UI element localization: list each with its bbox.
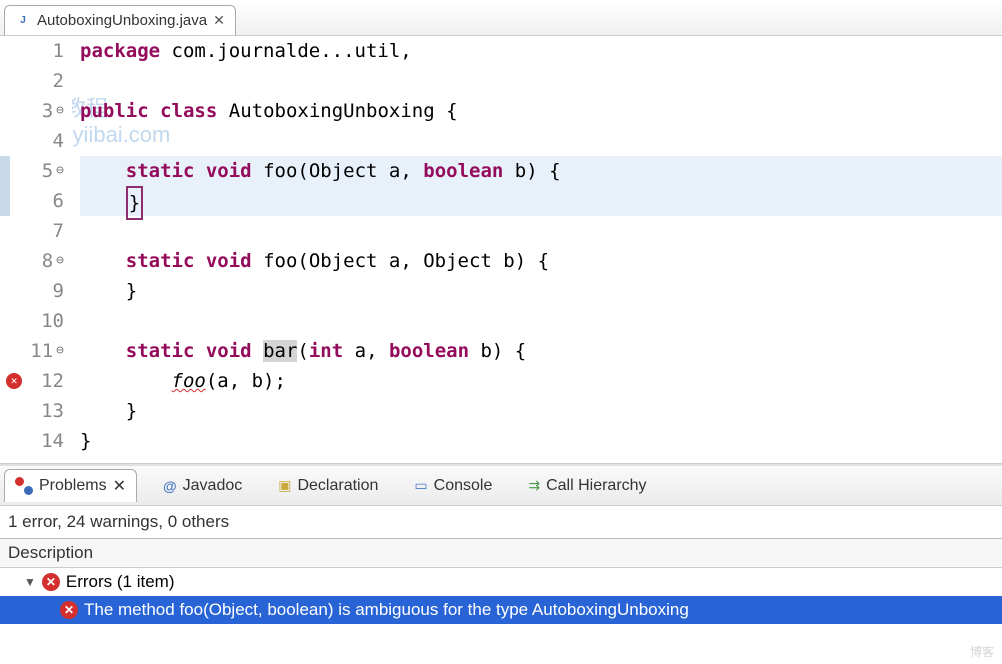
javadoc-icon: @ bbox=[163, 478, 177, 494]
expand-arrow-icon[interactable]: ▼ bbox=[24, 575, 36, 589]
code-editor[interactable]: 易百教程 www.yiibai.com 1 2 3⊖ 4 5⊖ 6 7 8⊖ 9… bbox=[0, 36, 1002, 464]
cursor: } bbox=[126, 186, 143, 220]
problems-column-header[interactable]: Description bbox=[0, 539, 1002, 568]
close-icon[interactable]: ✕ bbox=[113, 476, 126, 496]
error-marker-icon[interactable]: ✕ bbox=[6, 373, 22, 389]
java-file-icon bbox=[15, 13, 31, 29]
fold-icon[interactable]: ⊖ bbox=[56, 336, 64, 366]
declaration-icon: ▣ bbox=[278, 477, 291, 494]
problems-tree: ▼ ✕ Errors (1 item) ✕ The method foo(Obj… bbox=[0, 568, 1002, 624]
hierarchy-icon: ⇉ bbox=[528, 477, 540, 494]
bottom-panel: Problems ✕ @ Javadoc ▣ Declaration ▭ Con… bbox=[0, 464, 1002, 624]
close-icon[interactable]: ✕ bbox=[213, 12, 225, 29]
problems-icon bbox=[15, 477, 33, 495]
code-content[interactable]: package com.journalde...util, public cla… bbox=[72, 36, 1002, 463]
errors-group-row[interactable]: ▼ ✕ Errors (1 item) bbox=[0, 568, 1002, 596]
editor-tab[interactable]: AutoboxingUnboxing.java ✕ bbox=[4, 5, 236, 35]
fold-icon[interactable]: ⊖ bbox=[56, 96, 64, 126]
tab-title: AutoboxingUnboxing.java bbox=[37, 12, 207, 29]
editor-tab-bar: AutoboxingUnboxing.java ✕ bbox=[0, 0, 1002, 36]
console-icon: ▭ bbox=[414, 477, 427, 494]
bottom-tabs: Problems ✕ @ Javadoc ▣ Declaration ▭ Con… bbox=[0, 466, 1002, 506]
problems-summary: 1 error, 24 warnings, 0 others bbox=[0, 506, 1002, 539]
fold-icon[interactable]: ⊖ bbox=[56, 246, 64, 276]
change-marker bbox=[0, 156, 10, 216]
footer-watermark: 博客 bbox=[970, 643, 994, 660]
line-gutter: 1 2 3⊖ 4 5⊖ 6 7 8⊖ 9 10 11⊖ ✕ 12 13 14 bbox=[0, 36, 72, 463]
error-underline: foo bbox=[172, 370, 206, 392]
tab-problems[interactable]: Problems ✕ bbox=[4, 469, 137, 502]
fold-icon[interactable]: ⊖ bbox=[56, 156, 64, 186]
tab-console[interactable]: ▭ Console bbox=[404, 471, 502, 501]
tab-call-hierarchy[interactable]: ⇉ Call Hierarchy bbox=[518, 471, 656, 501]
error-icon: ✕ bbox=[42, 573, 60, 591]
tab-javadoc[interactable]: @ Javadoc bbox=[153, 471, 252, 501]
error-item-row[interactable]: ✕ The method foo(Object, boolean) is amb… bbox=[0, 596, 1002, 624]
tab-declaration[interactable]: ▣ Declaration bbox=[268, 471, 388, 501]
error-icon: ✕ bbox=[60, 601, 78, 619]
